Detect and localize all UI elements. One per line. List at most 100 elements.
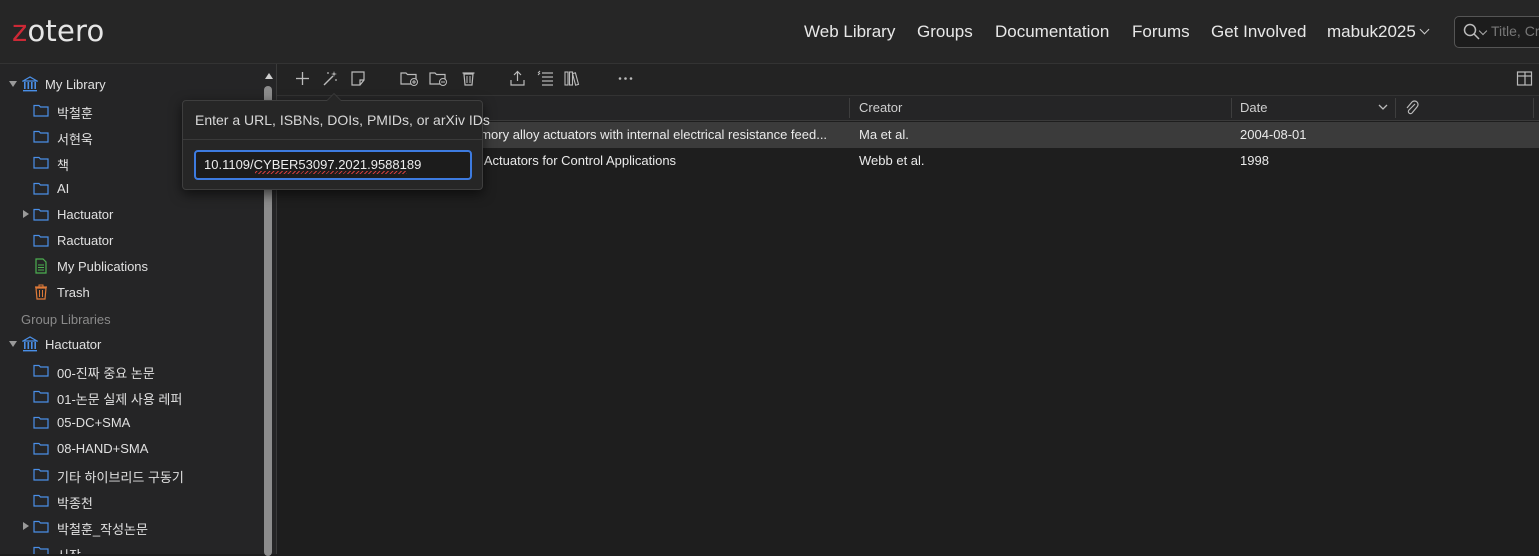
sidebar-label: 08-HAND+SMA [57, 441, 149, 456]
scroll-up-arrow-icon[interactable] [265, 73, 273, 79]
sidebar-label: Trash [57, 285, 90, 300]
new-item-icon[interactable] [294, 70, 311, 87]
logo-text: otero [27, 14, 105, 48]
export-icon[interactable] [509, 70, 526, 87]
twisty-closed-icon[interactable] [23, 522, 29, 530]
folder-icon [33, 390, 49, 403]
new-note-icon[interactable] [350, 70, 367, 87]
column-header-creator[interactable]: Creator [859, 100, 902, 115]
folder-icon [33, 182, 49, 195]
column-header-date[interactable]: Date [1240, 100, 1267, 115]
more-options-icon[interactable] [617, 70, 634, 87]
search-box[interactable] [1454, 16, 1539, 48]
nav-forums[interactable]: Forums [1132, 22, 1190, 42]
sidebar-item-collection[interactable]: 박종천 [0, 489, 262, 513]
username: mabuk2025 [1327, 22, 1416, 41]
search-icon [1463, 23, 1480, 40]
nav-get-involved[interactable]: Get Involved [1211, 22, 1306, 42]
nav-web-library[interactable]: Web Library [804, 22, 895, 42]
sidebar-label: 박철훈_작성논문 [57, 522, 148, 537]
sidebar-item-collection[interactable]: 기타 하이브리드 구동기 [0, 463, 262, 487]
popup-arrow-inner [327, 94, 341, 101]
spellcheck-underline [255, 171, 407, 174]
popup-title: Enter a URL, ISBNs, DOIs, PMIDs, or arXi… [195, 112, 490, 128]
column-separator[interactable] [849, 98, 850, 118]
toggle-item-pane-icon[interactable] [1516, 70, 1533, 87]
sidebar-item-collection[interactable]: 박철훈_작성논문 [0, 515, 262, 539]
folder-icon [33, 364, 49, 377]
nav-documentation[interactable]: Documentation [995, 22, 1109, 42]
trash-icon [35, 284, 47, 300]
attachment-paperclip-icon[interactable] [1405, 100, 1419, 116]
logo-z: z [12, 14, 28, 48]
library-icon [22, 76, 38, 92]
sidebar-item-my-publications[interactable]: My Publications [0, 255, 262, 279]
twisty-closed-icon[interactable] [23, 210, 29, 218]
identifier-input[interactable] [204, 157, 464, 172]
user-menu[interactable]: mabuk2025 [1327, 22, 1430, 42]
search-input[interactable] [1491, 23, 1539, 39]
trash-icon[interactable] [460, 70, 477, 87]
sidebar-item-collection[interactable]: 00-진짜 중요 논문 [0, 359, 262, 383]
search-mode-dropdown-icon[interactable] [1478, 26, 1488, 36]
publications-icon [35, 258, 47, 274]
folder-icon [33, 442, 49, 455]
create-bibliography-icon[interactable] [536, 70, 554, 87]
folder-icon [33, 546, 49, 554]
sidebar-item-collection[interactable]: 08-HAND+SMA [0, 437, 262, 461]
folder-icon [33, 468, 49, 481]
items-toolbar [277, 64, 1539, 96]
sidebar-label: AI [57, 181, 70, 196]
zotero-logo[interactable]: zotero [12, 14, 104, 48]
twisty-open-icon[interactable] [9, 81, 17, 87]
sidebar-item-collection[interactable]: 01-논문 실제 사용 레퍼 [0, 385, 262, 409]
add-by-identifier-popup: Enter a URL, ISBNs, DOIs, PMIDs, or arXi… [182, 93, 490, 190]
nav-groups[interactable]: Groups [917, 22, 973, 42]
sidebar-item-collection[interactable]: Hactuator [0, 203, 262, 227]
sidebar-label: 박종천 [57, 496, 93, 511]
add-to-collection-icon[interactable] [429, 70, 448, 87]
item-date: 2004-08-01 [1240, 127, 1307, 142]
sidebar-label: 서현욱 [57, 132, 93, 147]
folder-icon [33, 156, 49, 169]
sidebar-label: 책 [57, 158, 69, 173]
sidebar-label: My Library [45, 77, 106, 92]
sidebar-label: Hactuator [57, 207, 114, 222]
folder-icon [33, 130, 49, 143]
column-separator[interactable] [1231, 98, 1232, 118]
sidebar-label: My Publications [57, 259, 149, 274]
item-creator: Ma et al. [859, 127, 909, 142]
sidebar-label: 박철훈 [57, 106, 93, 121]
item-title: A Actuators for Control Applications [473, 153, 677, 168]
chevron-down-icon [1419, 24, 1430, 35]
folder-icon [33, 416, 49, 429]
twisty-open-icon[interactable] [9, 341, 17, 347]
sidebar-item-group-library[interactable]: Hactuator [0, 333, 262, 357]
item-creator: Webb et al. [859, 153, 925, 168]
folder-icon [33, 104, 49, 117]
sidebar-label: 01-논문 실제 사용 레퍼 [57, 392, 183, 407]
library-books-icon[interactable] [564, 70, 582, 87]
sort-chevron-down-icon[interactable] [1378, 103, 1388, 111]
sidebar-item-collection[interactable]: Ractuator [0, 229, 262, 253]
sidebar-label: 05-DC+SMA [57, 415, 131, 430]
folder-icon [33, 208, 49, 221]
sidebar-item-collection[interactable]: 시작 [0, 541, 262, 554]
item-title: emory alloy actuators with internal elec… [473, 127, 828, 142]
sidebar-item-collection[interactable]: 05-DC+SMA [0, 411, 262, 435]
sidebar-label: 시작 [57, 545, 81, 554]
folder-icon [33, 494, 49, 507]
folder-icon [33, 520, 49, 533]
sidebar-label: Ractuator [57, 233, 114, 248]
sidebar-item-trash[interactable]: Trash [0, 281, 262, 305]
identifier-field[interactable] [194, 150, 472, 180]
sidebar-label: 기타 하이브리드 구동기 [57, 470, 184, 485]
group-libraries-header: Group Libraries [21, 312, 111, 327]
add-by-identifier-wand-icon[interactable] [321, 70, 338, 87]
top-navigation-bar: zotero Web Library Groups Documentation … [0, 0, 1539, 64]
item-date: 1998 [1240, 153, 1269, 168]
column-separator[interactable] [1533, 98, 1534, 118]
column-separator[interactable] [1395, 98, 1396, 118]
new-collection-icon[interactable] [400, 70, 419, 87]
sidebar-item-my-library[interactable]: My Library [0, 73, 262, 97]
